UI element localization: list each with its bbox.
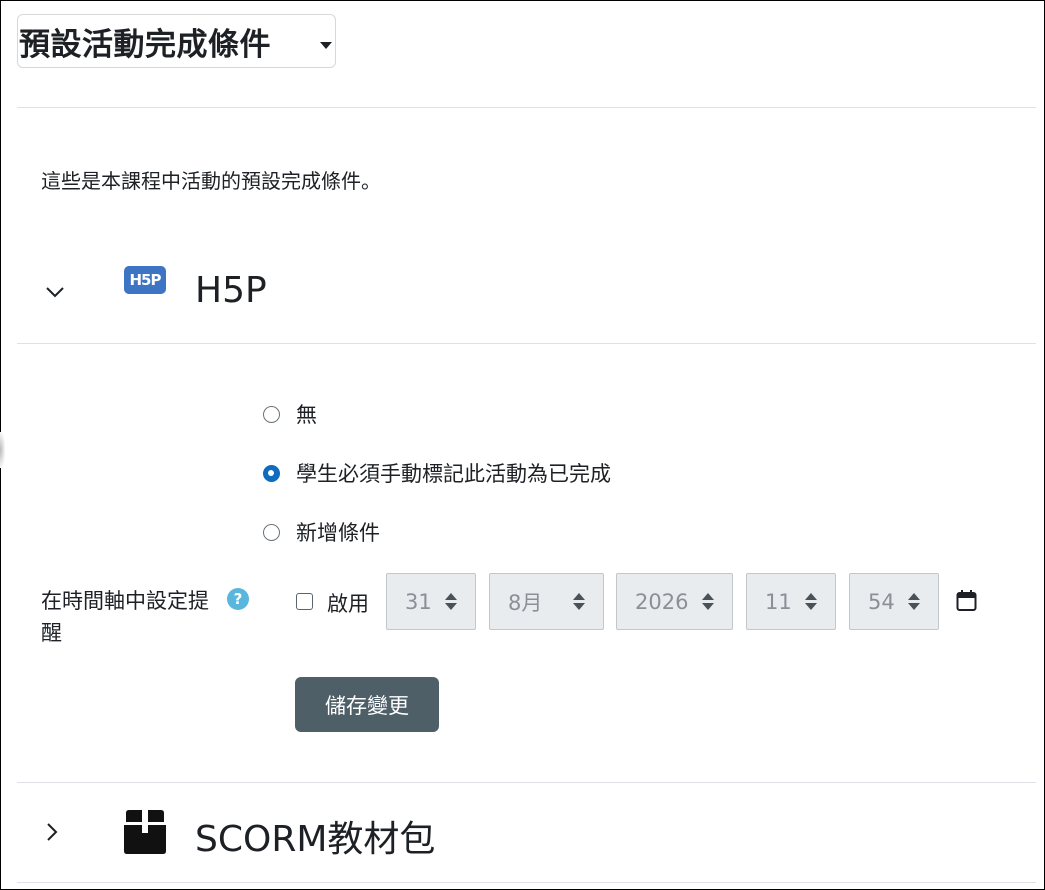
updown-arrows-icon — [702, 593, 714, 611]
caret-down-icon — [320, 42, 332, 49]
updown-arrows-icon — [445, 593, 457, 611]
section-title-scorm: SCORM教材包 — [195, 819, 436, 860]
radio-label: 學生必須手動標記此活動為已完成 — [296, 462, 611, 486]
h5p-logo: H5P — [124, 266, 166, 294]
page-frame — [0, 0, 1045, 890]
radio-label: 無 — [296, 403, 317, 427]
divider — [17, 782, 1036, 783]
updown-arrows-icon — [805, 593, 817, 611]
divider — [17, 343, 1036, 344]
save-changes-button[interactable]: 儲存變更 — [295, 677, 439, 732]
minute-select[interactable]: 54 — [849, 573, 939, 630]
year-value: 2026 — [635, 589, 689, 614]
day-value: 31 — [405, 589, 432, 614]
radio-button-selected[interactable] — [263, 464, 280, 482]
help-icon[interactable]: ? — [227, 588, 249, 610]
chevron-down-icon[interactable] — [45, 285, 65, 299]
updown-arrows-icon — [573, 593, 585, 611]
day-select[interactable]: 31 — [386, 573, 476, 630]
hour-value: 11 — [765, 589, 792, 614]
minute-value: 54 — [868, 589, 895, 614]
section-title-h5p: H5P — [195, 270, 267, 311]
section-header-h5p[interactable]: H5P H5P — [17, 252, 1036, 332]
timeline-reminder-label: 在時間軸中設定提醒 — [41, 589, 209, 645]
radio-option-add-conditions[interactable]: 新增條件 — [263, 517, 380, 547]
scroll-edge-shadow — [0, 432, 5, 468]
radio-option-none[interactable]: 無 — [263, 399, 317, 429]
section-header-scorm[interactable]: SCORM教材包 — [17, 792, 1036, 872]
updown-arrows-icon — [908, 593, 920, 611]
page-title-dropdown[interactable]: 預設活動完成條件 — [17, 14, 336, 68]
month-value: 8月 — [508, 590, 543, 615]
radio-label: 新增條件 — [296, 521, 380, 545]
divider — [17, 882, 1036, 883]
intro-text: 這些是本課程中活動的預設完成條件。 — [41, 169, 381, 193]
calendar-icon[interactable] — [956, 589, 977, 612]
month-select[interactable]: 8月 — [489, 573, 604, 630]
radio-option-manual[interactable]: 學生必須手動標記此活動為已完成 — [263, 458, 611, 488]
divider — [17, 107, 1036, 108]
year-select[interactable]: 2026 — [616, 573, 733, 630]
package-box-icon — [124, 810, 166, 854]
chevron-right-icon[interactable] — [45, 822, 59, 842]
radio-button[interactable] — [263, 523, 280, 541]
radio-button[interactable] — [263, 405, 280, 423]
enable-checkbox[interactable] — [296, 593, 313, 610]
page-title: 預設活動完成條件 — [19, 26, 271, 63]
hour-select[interactable]: 11 — [746, 573, 836, 630]
enable-label: 啟用 — [327, 592, 369, 616]
